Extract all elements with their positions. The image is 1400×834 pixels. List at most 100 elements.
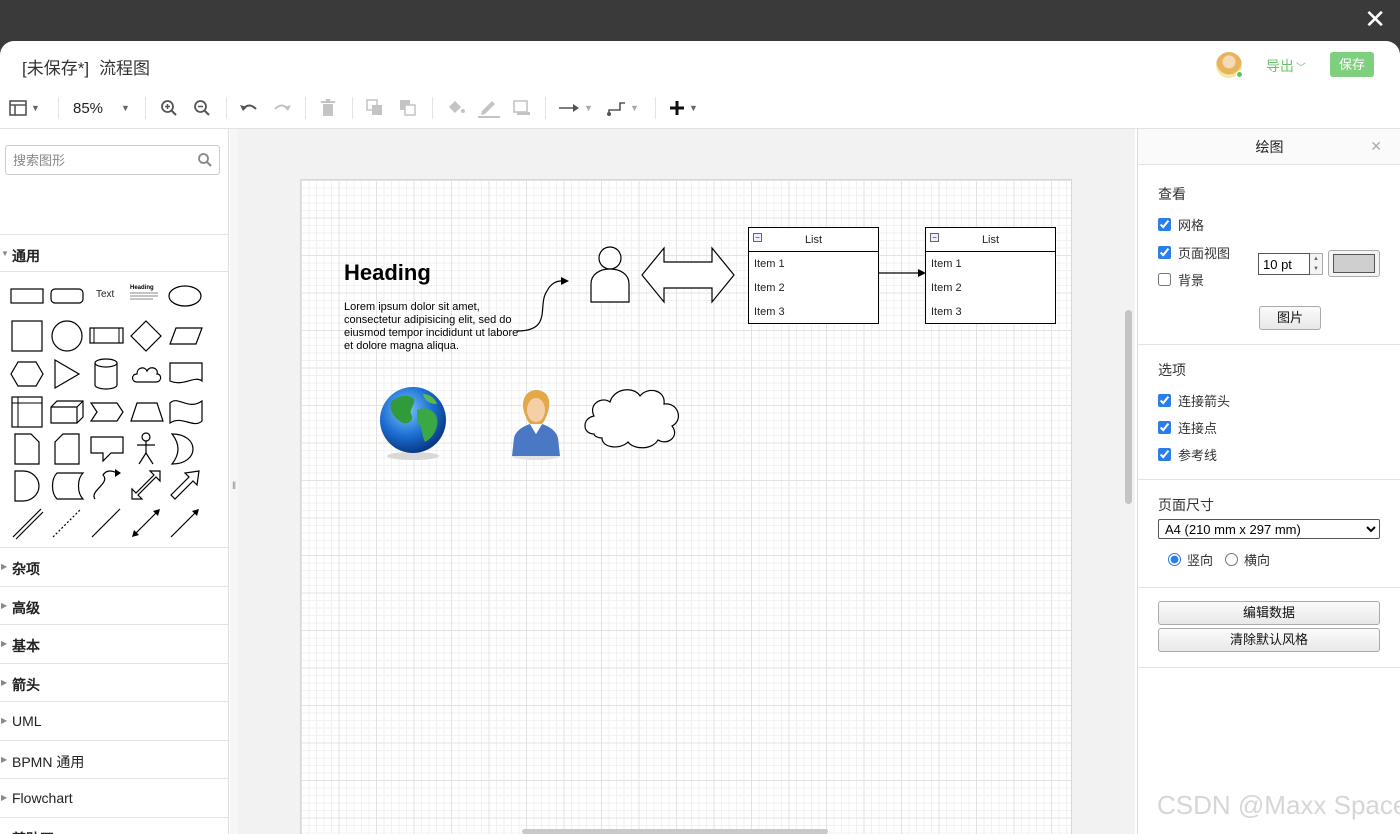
zoom-out-button[interactable]	[193, 97, 211, 119]
insert-button[interactable]: ▼	[669, 97, 698, 119]
delay-shape[interactable]	[13, 469, 41, 503]
category-item[interactable]: ▶ 基本	[0, 624, 228, 662]
diagram-canvas[interactable]: Heading Lorem ipsum dolor sit amet, cons…	[238, 129, 1135, 834]
textbox-shape[interactable]: Heading	[129, 282, 159, 304]
or-shape[interactable]	[170, 432, 200, 466]
arrow-line-shape[interactable]	[168, 506, 202, 540]
line-color-button[interactable]	[478, 97, 500, 119]
export-button[interactable]: 导出 ﹀	[1266, 56, 1306, 76]
connection-points-option[interactable]: 连接点	[1158, 418, 1217, 437]
edit-data-button[interactable]: 编辑数据	[1158, 601, 1380, 625]
hexagon-shape[interactable]	[10, 360, 44, 388]
triangle-shape[interactable]	[53, 358, 81, 390]
user-shape[interactable]	[588, 244, 632, 304]
stored-data-shape[interactable]	[49, 471, 85, 501]
list-item[interactable]: Item 2	[926, 276, 1055, 300]
block-arrow-shape[interactable]	[168, 468, 202, 502]
portrait-option[interactable]: 竖向	[1168, 550, 1213, 569]
close-icon[interactable]: ✕	[1370, 138, 1382, 155]
shape-search-input[interactable]	[6, 146, 186, 174]
portrait-radio[interactable]	[1168, 553, 1181, 566]
undo-button[interactable]	[239, 97, 259, 119]
rounded-rectangle-shape[interactable]	[50, 287, 84, 305]
background-image-button[interactable]: 图片	[1259, 306, 1321, 330]
bidirectional-arrow-shape[interactable]	[129, 468, 163, 502]
process-shape[interactable]	[89, 326, 125, 346]
waypoints-button[interactable]: ▼	[606, 97, 639, 119]
redo-button[interactable]	[272, 97, 292, 119]
square-shape[interactable]	[10, 319, 44, 353]
card-shape[interactable]	[53, 432, 81, 466]
document-shape[interactable]	[168, 361, 204, 387]
list-item[interactable]: Item 2	[749, 276, 878, 300]
dashed-line-shape[interactable]	[50, 506, 84, 540]
text-shape[interactable]: Text	[96, 289, 114, 300]
diamond-shape[interactable]	[129, 319, 163, 353]
rectangle-shape[interactable]	[10, 287, 44, 305]
curved-connector[interactable]	[513, 275, 569, 335]
connection-style-button[interactable]: ▼	[558, 97, 593, 119]
circle-shape[interactable]	[50, 319, 84, 353]
note-shape[interactable]	[13, 432, 41, 466]
double-arrow-shape[interactable]	[640, 246, 736, 304]
list-shape-2[interactable]: − List Item 1 Item 2 Item 3	[925, 227, 1056, 324]
tape-shape[interactable]	[168, 397, 204, 427]
parallelogram-shape[interactable]	[168, 326, 204, 346]
diagram-paragraph[interactable]: Lorem ipsum dolor sit amet, consectetur …	[344, 301, 524, 353]
step-shape[interactable]	[89, 401, 125, 423]
internal-storage-shape[interactable]	[10, 395, 44, 429]
horizontal-scrollbar[interactable]	[522, 829, 828, 834]
globe-icon[interactable]	[377, 382, 449, 462]
close-dialog-icon[interactable]: ✕	[1364, 6, 1386, 32]
background-option[interactable]: 背景	[1158, 270, 1204, 289]
zoom-select[interactable]: 85% ▼	[73, 97, 130, 119]
grid-size-input[interactable]	[1258, 253, 1310, 275]
connector-arrow[interactable]	[879, 268, 927, 278]
ellipse-shape[interactable]	[167, 284, 203, 308]
save-button[interactable]: 保存	[1330, 52, 1374, 77]
grid-color-button[interactable]	[1328, 250, 1380, 277]
line-shape[interactable]	[89, 506, 123, 540]
cube-shape[interactable]	[49, 399, 85, 425]
category-item[interactable]: ▶ 箭头	[0, 662, 228, 701]
format-panel-toggle-button[interactable]: ▼	[9, 97, 40, 119]
collapse-icon[interactable]: −	[753, 233, 762, 242]
list-shape-1[interactable]: − List Item 1 Item 2 Item 3	[748, 227, 879, 324]
person-avatar-icon[interactable]	[506, 388, 566, 460]
diagram-page[interactable]: Heading Lorem ipsum dolor sit amet, cons…	[300, 179, 1072, 834]
category-item[interactable]: ▶ Flowchart	[0, 778, 228, 816]
actor-shape[interactable]	[133, 431, 159, 467]
search-icon[interactable]	[197, 152, 213, 168]
user-avatar[interactable]	[1216, 52, 1243, 78]
double-line-shape[interactable]	[10, 506, 44, 540]
double-arrow-line-shape[interactable]	[129, 506, 163, 540]
list-item[interactable]: Item 1	[926, 252, 1055, 276]
to-front-button[interactable]	[366, 97, 384, 119]
shadow-button[interactable]	[513, 97, 531, 119]
list-item[interactable]: Item 3	[749, 300, 878, 324]
guides-checkbox[interactable]	[1158, 448, 1171, 461]
grid-size-stepper[interactable]: ▲ ▼	[1310, 253, 1323, 275]
category-item[interactable]: ▶ UML	[0, 701, 228, 739]
grid-option[interactable]: 网格	[1158, 215, 1204, 234]
page-view-checkbox[interactable]	[1158, 246, 1171, 259]
diagram-heading[interactable]: Heading	[344, 260, 431, 286]
list-item[interactable]: Item 3	[926, 300, 1055, 324]
grid-checkbox[interactable]	[1158, 218, 1171, 231]
connection-arrows-checkbox[interactable]	[1158, 394, 1171, 407]
callout-shape[interactable]	[89, 435, 125, 463]
list-item[interactable]: Item 1	[749, 252, 878, 276]
connection-points-checkbox[interactable]	[1158, 421, 1171, 434]
category-general[interactable]: ▼ 通用	[0, 234, 228, 272]
cloud-shape[interactable]	[129, 362, 163, 386]
category-item[interactable]: ▶剪贴画	[0, 816, 228, 834]
sidebar-splitter[interactable]: ‖	[230, 129, 238, 834]
trapezoid-shape[interactable]	[129, 401, 165, 423]
category-item[interactable]: ▶ BPMN 通用	[0, 739, 228, 778]
guides-option[interactable]: 参考线	[1158, 445, 1217, 464]
category-item[interactable]: ▶ 杂项	[0, 547, 228, 585]
curved-arrow-shape[interactable]	[91, 467, 123, 503]
category-item[interactable]: ▶ 高级	[0, 585, 228, 624]
connection-arrows-option[interactable]: 连接箭头	[1158, 391, 1230, 410]
cylinder-shape[interactable]	[93, 357, 119, 391]
